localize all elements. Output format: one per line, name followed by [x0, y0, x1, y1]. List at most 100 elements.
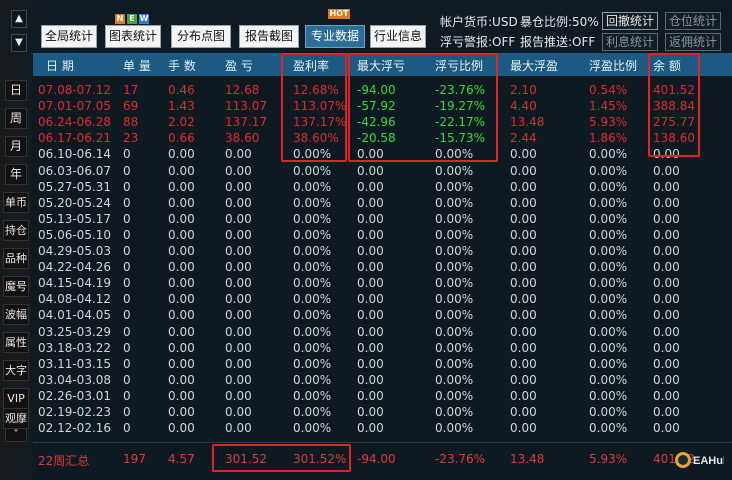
cell-pnl: 0.00 [225, 211, 252, 226]
side-button-12[interactable]: 观摩 [3, 408, 29, 429]
pro-data-button[interactable]: 专业数据 [305, 25, 365, 48]
summary-max-float-loss: -94.00 [357, 452, 396, 466]
cell-lots: 0.00 [168, 276, 195, 291]
cell-max-float-loss: 0.00 [357, 292, 384, 307]
column-header-float-profit-ratio[interactable]: 浮盈比例 [589, 57, 637, 74]
side-button-0[interactable]: 日 [5, 80, 27, 101]
cell-pnl: 0.00 [225, 195, 252, 210]
cell-count: 0 [123, 147, 131, 162]
side-button-6[interactable]: 品种 [3, 248, 29, 269]
cell-lots: 0.00 [168, 356, 195, 371]
side-button-2[interactable]: 月 [5, 136, 27, 157]
drawdown-stats-button[interactable]: 回撤统计 [602, 12, 658, 30]
report-screenshot-button[interactable]: 报告截图 [239, 25, 299, 48]
left-sidebar: ▲ ▼ 日周月年单币持仓品种魔号波幅属性大字 VIP 观摩 ˅ [0, 0, 31, 479]
cell-balance: 0.00 [653, 179, 680, 194]
side-button-10[interactable]: 大字 [3, 360, 29, 381]
cell-date: 04.29-05.03 [38, 244, 112, 258]
column-header-max-float-profit[interactable]: 最大浮盈 [510, 57, 558, 74]
side-button-9[interactable]: 属性 [3, 332, 29, 353]
position-stats-button[interactable]: 仓位统计 [665, 12, 721, 30]
column-header-lots[interactable]: 手 数 [168, 57, 196, 74]
scroll-down-icon[interactable]: ▼ [11, 34, 27, 52]
cell-profit-rate: 0.00% [293, 195, 332, 210]
column-header-date[interactable]: 日 期 [46, 57, 74, 74]
scroll-up-icon[interactable]: ▲ [11, 10, 27, 28]
cell-max-float-profit: 0.00 [510, 211, 537, 226]
table-row[interactable]: 03.11-03.15 0 0.00 0.00 0.00% 0.00 0.00% 0.00 0.… [33, 356, 732, 373]
cell-count: 23 [123, 131, 139, 146]
cell-float-loss-ratio: 0.00% [435, 227, 474, 242]
table-row[interactable]: 04.01-04.05 0 0.00 0.00 0.00% 0.00 0.00% 0.00 0.… [33, 307, 732, 324]
cell-lots: 0.00 [168, 405, 195, 419]
table-row[interactable]: 05.06-05.10 0 0.00 0.00 0.00% 0.00 0.00% 0.00 0.… [33, 227, 732, 244]
cell-count: 0 [123, 227, 131, 242]
summary-highlight [212, 444, 351, 472]
cell-float-loss-ratio: 0.00% [435, 244, 474, 258]
cell-pnl: 0.00 [225, 308, 252, 323]
side-button-5[interactable]: 持仓 [3, 220, 29, 241]
table-row[interactable]: 05.27-05.31 0 0.00 0.00 0.00% 0.00 0.00% 0.00 0.… [33, 179, 732, 196]
rebate-stats-button[interactable]: 返佣统计 [665, 33, 721, 51]
table-row[interactable]: 03.18-03.22 0 0.00 0.00 0.00% 0.00 0.00% 0.00 0.… [33, 340, 732, 357]
column-header-pnl[interactable]: 盈 亏 [225, 57, 253, 74]
table-row[interactable]: 05.20-05.24 0 0.00 0.00 0.00% 0.00 0.00% 0.00 0.… [33, 195, 732, 212]
cell-pnl: 0.00 [225, 421, 252, 436]
side-button-4[interactable]: 单币 [3, 192, 29, 213]
cell-balance: 0.00 [653, 260, 680, 275]
cell-count: 0 [123, 324, 131, 339]
cell-float-loss-ratio: 0.00% [435, 308, 474, 323]
industry-info-button[interactable]: 行业信息 [370, 25, 426, 48]
summary-float-loss-ratio: -23.76% [435, 452, 486, 466]
cell-max-float-profit: 0.00 [510, 308, 537, 323]
cell-count: 0 [123, 372, 131, 387]
cell-profit-rate: 0.00% [293, 324, 332, 339]
cell-pnl: 0.00 [225, 372, 252, 387]
cell-float-profit-ratio: 1.86% [589, 131, 628, 146]
cell-float-profit-ratio: 0.00% [589, 179, 628, 194]
table-row[interactable]: 04.29-05.03 0 0.00 0.00 0.00% 0.00 0.00% 0.00 0.… [33, 243, 732, 260]
profit-rate-highlight [281, 53, 347, 162]
cell-pnl: 0.00 [225, 260, 252, 275]
cell-float-profit-ratio: 0.00% [589, 292, 628, 307]
cell-lots: 0.00 [168, 292, 195, 307]
table-row[interactable]: 03.25-03.29 0 0.00 0.00 0.00% 0.00 0.00% 0.00 0.… [33, 324, 732, 341]
column-header-count[interactable]: 单 量 [123, 57, 151, 74]
side-button-3[interactable]: 年 [5, 164, 27, 185]
table-row[interactable]: 05.13-05.17 0 0.00 0.00 0.00% 0.00 0.00% 0.00 0.… [33, 211, 732, 228]
cell-date: 04.08-04.12 [38, 292, 112, 307]
cell-max-float-profit: 0.00 [510, 405, 537, 419]
table-row[interactable]: 06.03-06.07 0 0.00 0.00 0.00% 0.00 0.00% 0.00 0.… [33, 163, 732, 180]
global-stats-button[interactable]: 全局统计 [41, 25, 97, 48]
cell-float-profit-ratio: 1.45% [589, 99, 628, 114]
table-row[interactable]: 04.15-04.19 0 0.00 0.00 0.00% 0.00 0.00% 0.00 0.… [33, 275, 732, 292]
table-row[interactable]: 04.08-04.12 0 0.00 0.00 0.00% 0.00 0.00% 0.00 0.… [33, 291, 732, 308]
distribution-chart-button[interactable]: 分布点图 [171, 25, 231, 48]
table-row[interactable]: 02.26-03.01 0 0.00 0.00 0.00% 0.00 0.00% 0.00 0.… [33, 388, 732, 405]
side-button-11[interactable]: VIP [3, 388, 29, 409]
cell-balance: 0.00 [653, 227, 680, 242]
side-button-1[interactable]: 周 [5, 108, 27, 129]
cell-float-profit-ratio: 0.00% [589, 372, 628, 387]
cell-count: 0 [123, 421, 131, 436]
cell-float-profit-ratio: 0.00% [589, 276, 628, 291]
cell-date: 06.24-06.28 [38, 115, 112, 130]
table-row[interactable]: 02.19-02.23 0 0.00 0.00 0.00% 0.00 0.00% 0.00 0.… [33, 404, 732, 421]
table-row[interactable]: 03.04-03.08 0 0.00 0.00 0.00% 0.00 0.00% 0.00 0.… [33, 372, 732, 389]
table-row[interactable]: 04.22-04.26 0 0.00 0.00 0.00% 0.00 0.00% 0.00 0.… [33, 259, 732, 276]
table-row[interactable]: 02.12-02.16 0 0.00 0.00 0.00% 0.00 0.00% 0.00 0.… [33, 420, 732, 437]
side-button-7[interactable]: 魔号 [3, 276, 29, 297]
chart-stats-button[interactable]: 图表统计 [105, 25, 161, 48]
cell-max-float-profit: 0.00 [510, 260, 537, 275]
chevron-down-icon[interactable]: ˅ [5, 428, 27, 442]
cell-max-float-profit: 0.00 [510, 340, 537, 355]
summary-date: 22周汇总 [38, 454, 90, 468]
cell-profit-rate: 0.00% [293, 308, 332, 323]
interest-stats-button[interactable]: 利息统计 [602, 33, 658, 51]
side-button-8[interactable]: 波幅 [3, 304, 29, 325]
cell-max-float-profit: 2.44 [510, 131, 537, 146]
cell-float-profit-ratio: 0.00% [589, 227, 628, 242]
cell-profit-rate: 0.00% [293, 260, 332, 275]
cell-balance: 0.00 [653, 405, 680, 419]
cell-float-loss-ratio: 0.00% [435, 260, 474, 275]
